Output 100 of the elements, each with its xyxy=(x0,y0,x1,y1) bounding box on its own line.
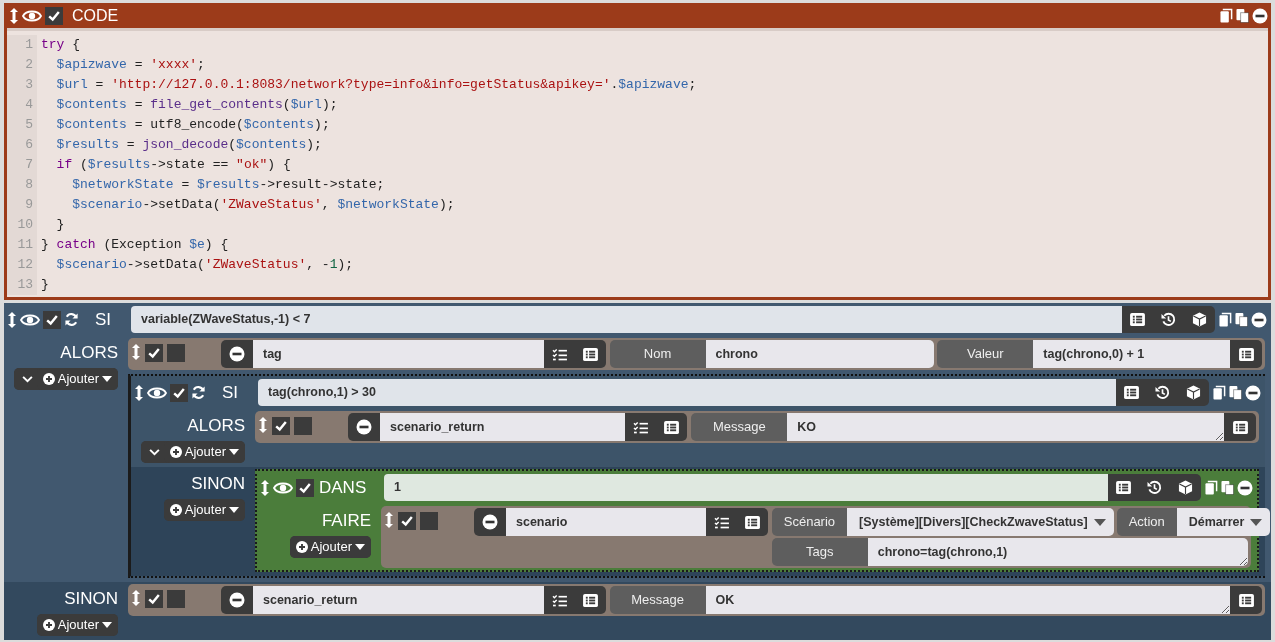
caret-icon xyxy=(355,544,365,550)
code-line: $url = 'http://127.0.0.1:8083/network?type=info&info=getStatus&apikey='.$apizwave; xyxy=(55,76,697,95)
block-title: CODE xyxy=(72,5,119,26)
caret-icon xyxy=(1093,518,1106,526)
checkbox[interactable] xyxy=(167,344,185,362)
section-label: SINON xyxy=(191,473,245,495)
refresh-icon[interactable] xyxy=(64,312,79,327)
paste-icon[interactable] xyxy=(1236,8,1249,23)
param-label: Scénario xyxy=(771,508,848,536)
vertical-arrows-icon[interactable] xyxy=(131,590,141,606)
param-label: Message xyxy=(691,413,788,441)
checkbox[interactable] xyxy=(145,344,163,362)
checkbox[interactable] xyxy=(296,478,314,497)
checklist-icon xyxy=(633,420,649,434)
code-line: $contents = file_get_contents($url); xyxy=(55,96,338,115)
vertical-arrows-icon[interactable] xyxy=(131,344,141,360)
copy-icon[interactable] xyxy=(1220,8,1233,23)
list-button[interactable] xyxy=(1230,586,1262,614)
cube-icon xyxy=(1178,480,1193,495)
line-number: 11 xyxy=(7,235,37,255)
list-icon xyxy=(664,420,680,434)
checkbox[interactable] xyxy=(420,512,438,530)
plus-circle-icon xyxy=(42,619,55,631)
select-field[interactable]: [Système][Divers][CheckZwaveStatus] xyxy=(847,508,1114,536)
copy-icon[interactable] xyxy=(1219,312,1232,327)
line-number: 8 xyxy=(7,175,37,195)
add-button[interactable]: Ajouter xyxy=(289,536,371,558)
caret-icon xyxy=(102,376,112,382)
command-field[interactable]: scenario_return xyxy=(253,586,544,614)
list-button[interactable] xyxy=(1224,413,1256,441)
checkbox[interactable] xyxy=(43,310,61,329)
minus-circle-icon xyxy=(482,514,498,530)
condition-field[interactable]: 1 xyxy=(384,474,1108,501)
checkbox[interactable] xyxy=(170,383,188,402)
vertical-arrows-icon[interactable] xyxy=(7,311,17,328)
paste-icon[interactable] xyxy=(1221,480,1234,495)
vertical-arrows-icon[interactable] xyxy=(260,479,270,496)
chevron-down-icon xyxy=(21,375,33,383)
condition-field[interactable]: variable(ZWaveStatus,-1) < 7 xyxy=(131,306,1122,333)
plus-circle-icon xyxy=(295,541,308,553)
minus-circle-icon xyxy=(229,346,245,362)
command-field[interactable]: tag xyxy=(253,340,544,368)
text-field[interactable]: OK xyxy=(705,586,1230,614)
section-label: SINON xyxy=(64,588,118,610)
code-line: } catch (Exception $e) { xyxy=(40,236,229,255)
command-field[interactable]: scenario xyxy=(506,508,706,536)
minus-circle-icon xyxy=(356,419,372,435)
list-button[interactable] xyxy=(1230,340,1262,368)
line-number: 13 xyxy=(7,275,37,295)
code-line: $contents = utf8_encode($contents); xyxy=(55,116,330,135)
eye-icon[interactable] xyxy=(147,385,167,400)
line-number: 7 xyxy=(7,155,37,175)
checkbox[interactable] xyxy=(145,590,163,608)
remove-icon[interactable] xyxy=(1237,479,1253,496)
checkbox[interactable] xyxy=(45,6,63,25)
vertical-arrows-icon[interactable] xyxy=(384,512,394,528)
chevron-down-icon xyxy=(148,448,160,456)
copy-icon[interactable] xyxy=(1205,480,1218,495)
section-label: ALORS xyxy=(187,415,245,437)
code-line: } xyxy=(55,216,65,235)
remove-button[interactable] xyxy=(348,413,380,441)
list-icon xyxy=(744,515,760,529)
remove-button[interactable] xyxy=(221,586,253,614)
condition-field[interactable]: tag(chrono,1) > 30 xyxy=(258,379,1116,406)
line-number: 12 xyxy=(7,255,37,275)
paste-icon[interactable] xyxy=(1229,385,1242,400)
text-field[interactable]: chrono xyxy=(705,340,935,368)
remove-icon[interactable] xyxy=(1245,384,1261,401)
remove-button[interactable] xyxy=(474,508,506,536)
checkbox[interactable] xyxy=(167,590,185,608)
text-field[interactable]: chrono=tag(chrono,1) xyxy=(867,538,1248,566)
remove-button[interactable] xyxy=(221,340,253,368)
text-field[interactable]: KO xyxy=(787,413,1224,441)
line-number: 9 xyxy=(7,195,37,215)
refresh-icon[interactable] xyxy=(191,385,206,400)
checkbox[interactable] xyxy=(272,417,290,435)
select-field[interactable]: Démarrer xyxy=(1176,508,1271,536)
copy-icon[interactable] xyxy=(1213,385,1226,400)
paste-icon[interactable] xyxy=(1235,312,1248,327)
text-field[interactable]: tag(chrono,0) + 1 xyxy=(1033,340,1230,368)
list-icon xyxy=(582,593,598,607)
list-icon xyxy=(1238,347,1254,361)
vertical-arrows-icon[interactable] xyxy=(258,417,268,433)
add-button[interactable]: Ajouter xyxy=(163,499,245,521)
param-label: Nom xyxy=(609,340,706,368)
checkbox[interactable] xyxy=(294,417,312,435)
line-number: 2 xyxy=(7,55,37,75)
history-icon xyxy=(1155,385,1170,400)
command-field[interactable]: scenario_return xyxy=(380,413,626,441)
checkbox[interactable] xyxy=(398,512,416,530)
eye-icon[interactable] xyxy=(22,8,42,23)
eye-icon[interactable] xyxy=(20,312,40,327)
eye-icon[interactable] xyxy=(273,480,293,495)
vertical-arrows-icon[interactable] xyxy=(9,7,19,24)
add-button[interactable]: Ajouter xyxy=(36,614,118,636)
list-icon xyxy=(1130,313,1145,326)
section-label: ALORS xyxy=(60,342,118,364)
vertical-arrows-icon[interactable] xyxy=(134,384,144,401)
remove-icon[interactable] xyxy=(1252,7,1268,24)
remove-icon[interactable] xyxy=(1251,311,1267,328)
